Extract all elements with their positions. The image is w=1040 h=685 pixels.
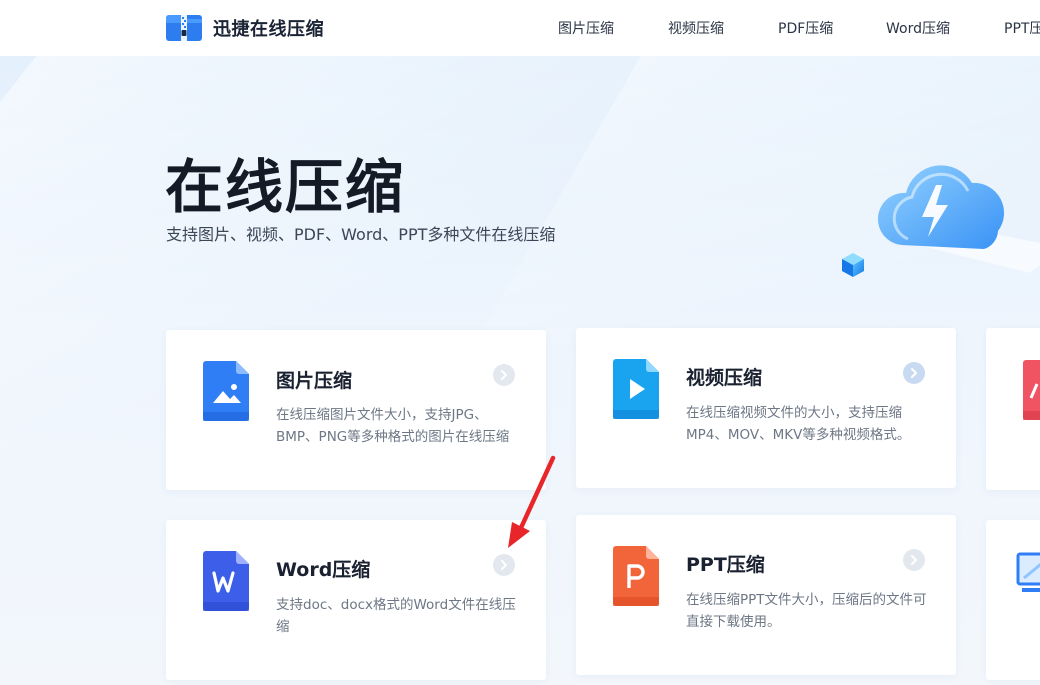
cloud-lightning-illustration-icon — [842, 165, 1040, 277]
nav-video-compress[interactable]: 视频压缩 — [668, 18, 724, 38]
chevron-right-icon[interactable] — [493, 364, 515, 386]
card-pdf-compress[interactable] — [986, 328, 1040, 490]
card-ppt-compress[interactable]: PPT压缩 在线压缩PPT文件大小，压缩后的文件可直接下载使用。 — [576, 515, 956, 675]
word-file-icon — [203, 551, 249, 611]
card-title[interactable]: PPT压缩 — [686, 550, 765, 577]
nav-image-compress[interactable]: 图片压缩 — [558, 18, 614, 38]
nav-ppt-compress[interactable]: PPT压 — [1004, 18, 1040, 38]
card-video-compress[interactable]: 视频压缩 在线压缩视频文件的大小，支持压缩MP4、MOV、MKV等多种视频格式。 — [576, 328, 956, 488]
card-description: 在线压缩图片文件大小，支持JPG、BMP、PNG等多种格式的图片在线压缩 — [276, 407, 510, 445]
card-description: 支持doc、docx格式的Word文件在线压缩 — [276, 597, 516, 635]
image-file-icon — [203, 361, 249, 421]
card-title[interactable]: 视频压缩 — [686, 363, 762, 390]
card-description: 在线压缩PPT文件大小，压缩后的文件可直接下载使用。 — [686, 592, 927, 630]
card-description: 在线压缩视频文件的大小，支持压缩MP4、MOV、MKV等多种视频格式。 — [686, 405, 911, 443]
nav-pdf-compress[interactable]: PDF压缩 — [778, 18, 833, 38]
chevron-right-icon[interactable] — [903, 362, 925, 384]
annotation-arrow-icon — [508, 455, 556, 548]
card-title[interactable]: 图片压缩 — [276, 366, 352, 393]
ppt-file-icon — [613, 546, 659, 606]
card-title[interactable]: Word压缩 — [276, 555, 370, 582]
page-subtitle: 支持图片、视频、PDF、Word、PPT多种文件在线压缩 — [166, 225, 556, 244]
page-title: 在线压缩 — [165, 153, 406, 221]
card-word-compress[interactable]: Word压缩 支持doc、docx格式的Word文件在线压缩 — [166, 520, 546, 680]
video-file-icon — [613, 359, 659, 419]
nav-word-compress[interactable]: Word压缩 — [886, 18, 950, 38]
card-more-compress[interactable] — [986, 520, 1040, 680]
monitor-file-icon — [1016, 552, 1040, 592]
chevron-right-icon[interactable] — [903, 549, 925, 571]
top-header: 迅捷在线压缩 图片压缩 视频压缩 PDF压缩 Word压缩 PPT压 — [0, 0, 1040, 56]
card-image-compress[interactable]: 图片压缩 在线压缩图片文件大小，支持JPG、BMP、PNG等多种格式的图片在线压… — [166, 330, 546, 490]
main-nav: 图片压缩 视频压缩 PDF压缩 Word压缩 PPT压 — [0, 18, 1040, 38]
chevron-right-icon[interactable] — [493, 554, 515, 576]
pdf-file-icon — [1023, 360, 1040, 420]
